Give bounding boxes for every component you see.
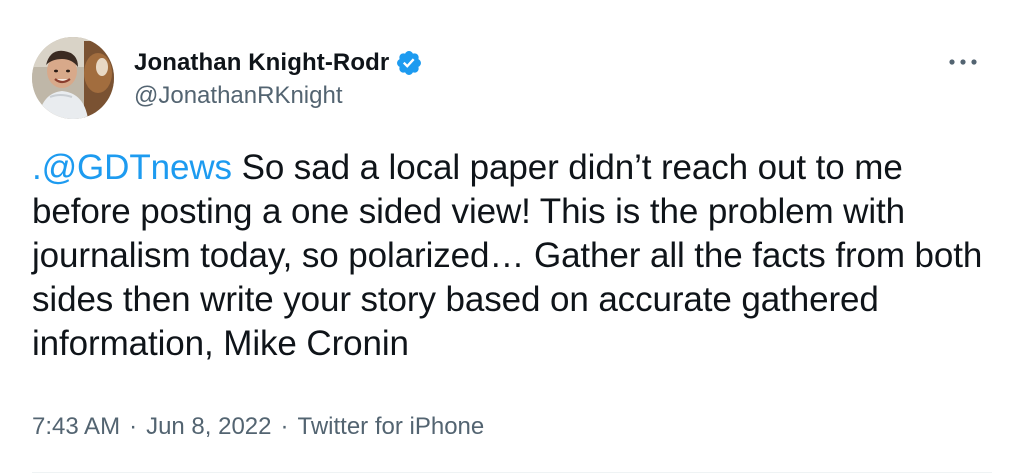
mention-link[interactable]: .@GDTnews [32, 148, 232, 187]
avatar[interactable] [32, 37, 114, 119]
author-names: Jonathan Knight-Rodr @JonathanRKnight [134, 46, 423, 110]
meta-separator: · [280, 413, 289, 440]
divider [32, 472, 992, 473]
verified-badge-icon [395, 49, 423, 77]
tweet-meta: 7:43 AM · Jun 8, 2022 · Twitter for iPho… [32, 413, 484, 441]
display-name[interactable]: Jonathan Knight-Rodr [134, 49, 389, 77]
tweet-card: Jonathan Knight-Rodr @JonathanRKnight .@… [0, 0, 1024, 475]
tweet-time[interactable]: 7:43 AM [32, 413, 120, 441]
author-handle[interactable]: @JonathanRKnight [134, 82, 423, 110]
more-dots-icon[interactable] [948, 54, 978, 70]
tweet-source[interactable]: Twitter for iPhone [298, 413, 485, 441]
name-row: Jonathan Knight-Rodr [134, 46, 423, 80]
meta-separator: · [129, 413, 138, 440]
tweet-date[interactable]: Jun 8, 2022 [146, 413, 271, 441]
avatar-image [32, 37, 114, 119]
tweet-text: .@GDTnews So sad a local paper didn’t re… [32, 146, 992, 366]
tweet-header: Jonathan Knight-Rodr @JonathanRKnight [32, 36, 996, 120]
